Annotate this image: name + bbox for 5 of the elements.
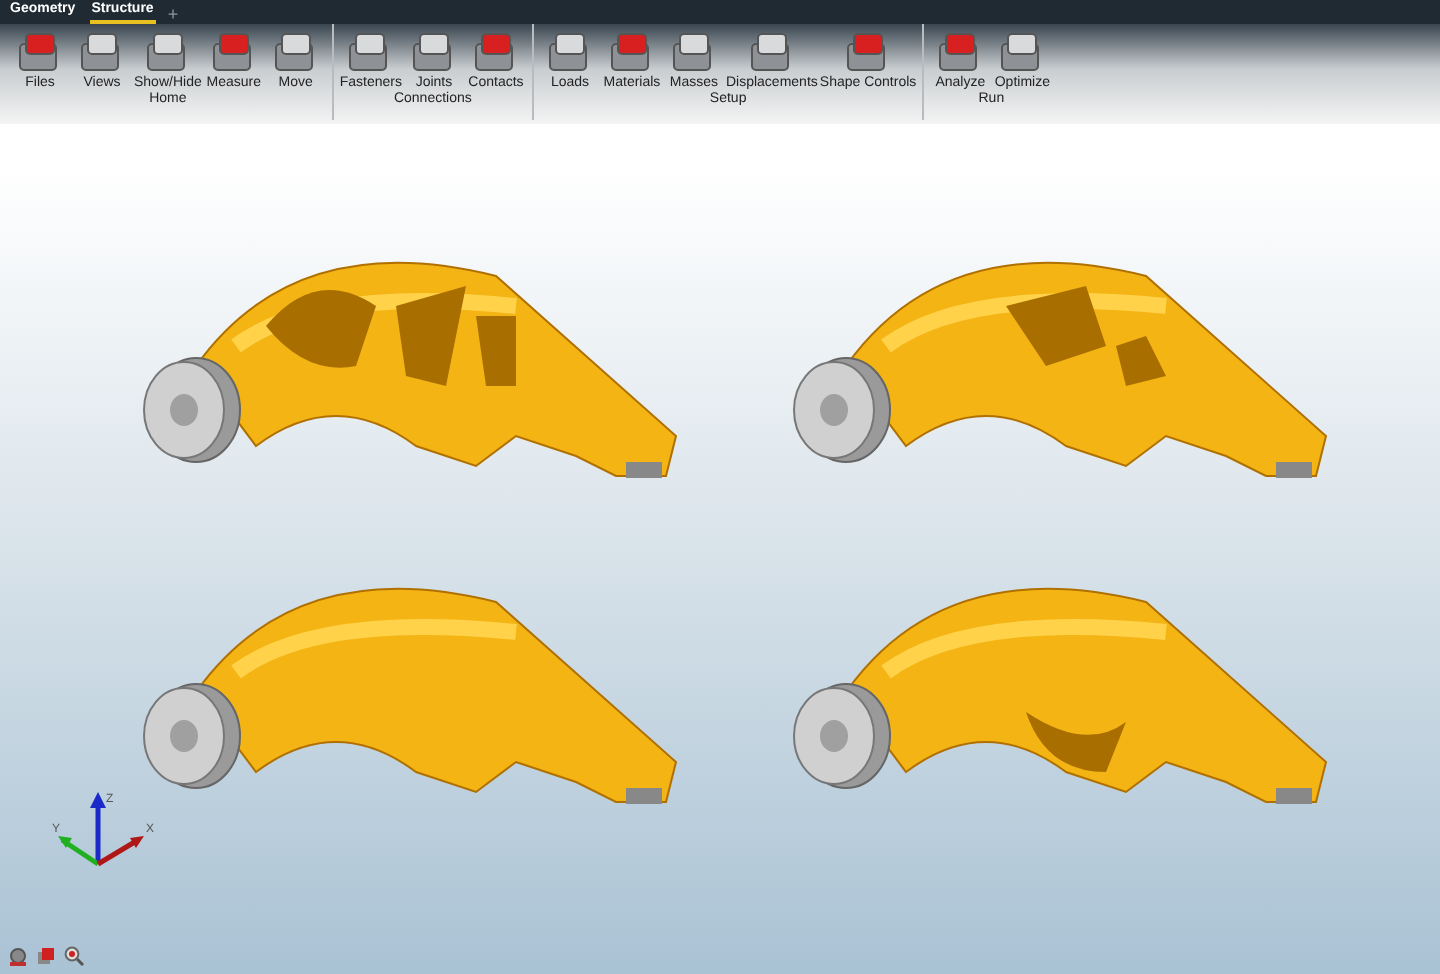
- axis-triad-drawing: [58, 792, 144, 867]
- box-icon[interactable]: [36, 946, 56, 966]
- zoom-icon[interactable]: [64, 946, 84, 966]
- camera-icon[interactable]: [8, 946, 28, 966]
- add-tab-button[interactable]: +: [167, 4, 179, 24]
